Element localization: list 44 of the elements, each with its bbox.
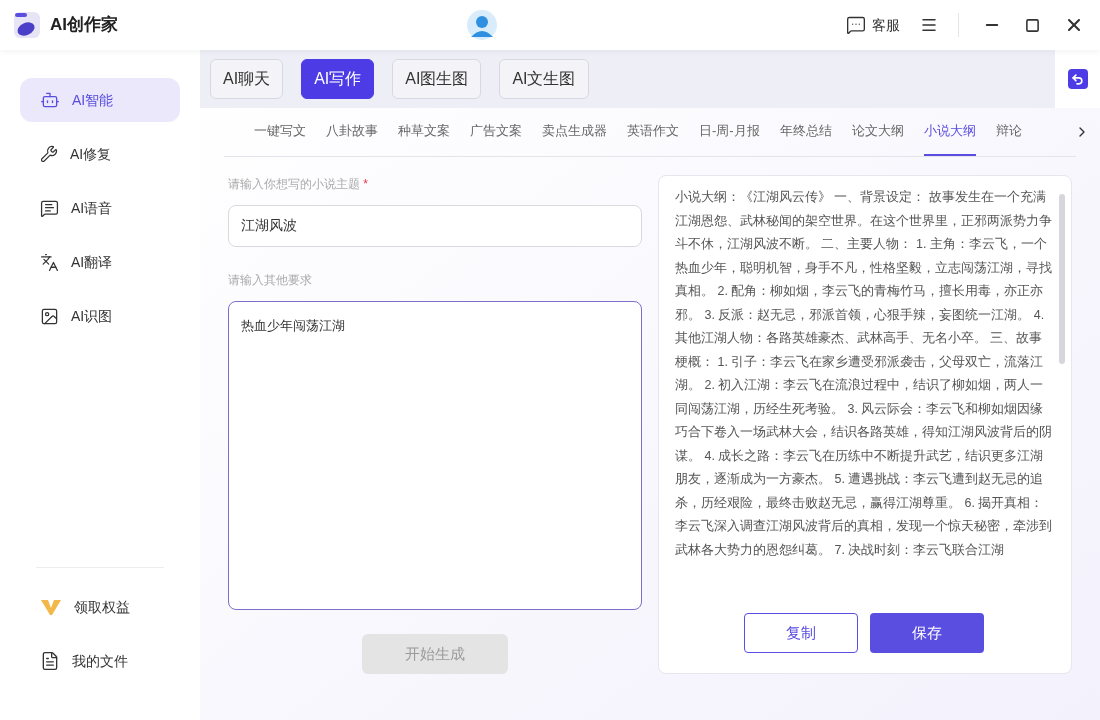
- image-icon: [40, 306, 59, 326]
- sub-tab[interactable]: 种草文案: [398, 108, 450, 156]
- outline-text: 小说大纲：《江湖风云传》 一、背景设定： 故事发生在一个充满江湖恩怨、武林秘闻的架空世界。在这个世界里，正邪两派势力争斗不休，江湖风波不断。 二、主要人物： 1. 主角：李云飞，一个热血少年，聪明机智，身手不凡，性格坚毅，立志闯荡江湖，寻找真相。 2. 配角：柳如烟，李云飞的青梅竹马，擅长用毒，亦正亦邪。 3. 反派：赵无忌，邪派首领，心狠手辣，妄图统一江湖。 4. 其他江湖人物：各路英雄豪杰、武林高手、无名小卒。 三、故事梗概： 1. 引子：李云飞在家乡遭受邪派袭击，父母双亡，流落江湖。 2. 初入江湖：李云飞在流浪过程中，结识了柳如烟，两人一同闯荡江湖，历经生死考验。 3. 风云际会：李云飞和柳如烟因缘巧合下卷入一场武林大会，结识各路英雄，得知江湖风波背后的阴谋。 4. 成长之路：李云飞在历练中不断提升武艺，结识更多江湖朋友，逐渐成为一方豪杰。 5. 遭遇挑战：李云飞遭到赵无忌的追杀，历经艰险，最终击败赵无忌，赢得江湖尊重。 6. 揭开真相：李云飞深入调查江湖风波背后的真相，发现一个惊天秘密，牵涉到武林各大势力的恩怨纠葛。 7. 决战时刻：李云飞联合江湖: [675, 189, 1053, 559]
- main-tab[interactable]: AI文生图: [499, 59, 589, 100]
- sidebar-item[interactable]: AI识图: [20, 294, 180, 338]
- speech-icon: [40, 198, 59, 218]
- main-tab[interactable]: AI图生图: [392, 59, 482, 100]
- app-logo: [12, 10, 42, 40]
- sidebar-item[interactable]: AI语音: [20, 186, 180, 230]
- sub-tab[interactable]: 年终总结: [779, 108, 832, 156]
- sub-tab[interactable]: 八卦故事: [326, 108, 378, 156]
- topic-field[interactable]: 江湖风波: [228, 205, 642, 247]
- v-badge-icon: [40, 598, 62, 616]
- requirements-field[interactable]: 热血少年闯荡江湖: [228, 301, 642, 610]
- sidebar-item[interactable]: AI翻译: [20, 240, 180, 284]
- robot-icon: [40, 90, 60, 110]
- sub-tab[interactable]: 日-周-月报: [699, 108, 760, 156]
- sub-tab[interactable]: 卖点生成器: [542, 108, 607, 156]
- back-icon[interactable]: [1067, 69, 1088, 90]
- avatar[interactable]: [467, 10, 497, 40]
- maximize-icon[interactable]: [1025, 17, 1040, 33]
- wrench-icon: [40, 145, 58, 163]
- sub-tab[interactable]: 小说大纲: [923, 108, 976, 156]
- sidebar-link[interactable]: 我的文件: [20, 634, 180, 688]
- support-button[interactable]: 客服: [846, 14, 900, 36]
- sub-tab[interactable]: 辩论: [995, 108, 1022, 156]
- app-title: AI创作家: [50, 14, 118, 37]
- main-tab[interactable]: AI写作: [301, 59, 375, 100]
- main-tab[interactable]: AI聊天: [210, 59, 284, 100]
- field-label: 请输入你想写的小说主题 *: [228, 176, 369, 193]
- sidebar-link[interactable]: 领取权益: [20, 580, 180, 634]
- sub-tab[interactable]: 一键写文: [254, 108, 306, 156]
- field-label: 请输入其他要求: [228, 272, 313, 289]
- sub-tab[interactable]: 广告文案: [470, 108, 522, 156]
- sub-tab[interactable]: 英语作文: [627, 108, 679, 156]
- menu-icon[interactable]: [920, 16, 938, 34]
- sub-tab[interactable]: 论文大纲: [851, 108, 904, 156]
- chat-icon: [846, 15, 866, 35]
- sidebar-item[interactable]: AI智能: [20, 78, 180, 122]
- sidebar-item[interactable]: AI修复: [20, 132, 180, 176]
- save-button[interactable]: 保存: [870, 613, 984, 653]
- copy-button[interactable]: 复制: [744, 613, 858, 653]
- file-icon: [40, 651, 60, 671]
- translate-icon: [40, 252, 59, 272]
